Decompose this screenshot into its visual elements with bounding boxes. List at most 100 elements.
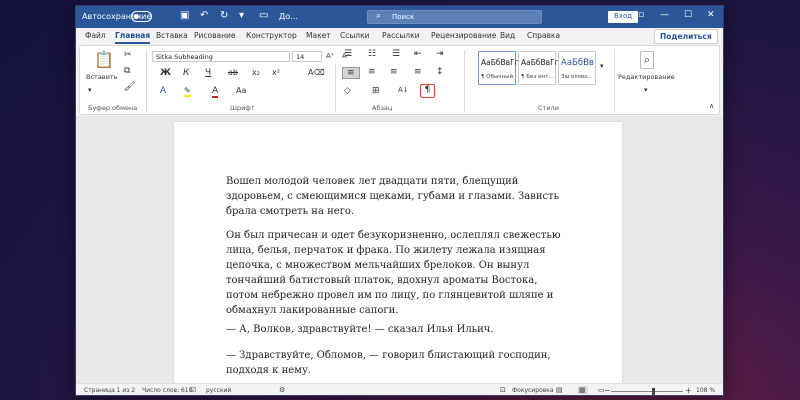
styles-more-icon[interactable]: ▾ [600,62,604,70]
login-button[interactable]: Вход [608,11,639,23]
page-count[interactable]: Страница 1 из 2 [84,387,135,394]
print-layout-icon[interactable]: ▦ [577,386,588,394]
italic-button[interactable]: К [183,68,189,78]
focus-mode[interactable]: Фокусировка [512,387,554,394]
zoom-in-button[interactable]: + [685,386,692,395]
collapse-ribbon-icon[interactable]: ∧ [709,102,714,110]
zoom-out-button[interactable]: − [604,386,611,395]
borders-icon[interactable]: ⊞ [372,86,380,96]
proofing-icon[interactable]: ☑ [190,386,196,394]
cut-icon[interactable]: ✂ [124,50,132,60]
show-formatting-marks-button[interactable]: ¶ [420,84,435,98]
styles-group-label: Стили [538,104,559,112]
customize-toolbar-icon[interactable]: ▾ [239,10,244,21]
superscript-button[interactable]: x² [272,68,280,77]
strikethrough-button[interactable]: ab [228,68,238,77]
style-no-spacing[interactable]: АаБбВвГг ¶ Без инт... [518,51,559,85]
clear-format-icon[interactable]: A⌫ [308,68,325,77]
sort-icon[interactable]: A↓ [398,86,409,94]
font-name-value: Sitka Subheading [156,53,213,61]
zoom-slider[interactable] [611,391,683,392]
copy-icon[interactable]: ⧉ [124,66,130,76]
tab-design[interactable]: Конструктор [246,31,297,40]
document-page[interactable]: Вошел молодой человек лет двадцати пяти,… [174,122,622,390]
undo-icon[interactable]: ↶ [200,10,208,21]
tab-mailings[interactable]: Рассылки [382,31,420,40]
tab-insert[interactable]: Вставка [156,31,188,40]
style-sample: АаБбВв [561,58,594,68]
ribbon-tabs: Файл Главная Вставка Рисование Конструкт… [76,28,723,44]
tab-file[interactable]: Файл [85,31,106,40]
underline-button[interactable]: Ч [205,68,211,78]
word-window: Автосохранение ▣ ↶ ↻ ▾ ▭ До... ⌕ Поиск В… [75,5,724,396]
style-sample: АаБбВвГг [481,58,519,67]
document-icon: ▭ [259,10,269,21]
align-right-button[interactable]: ≡ [390,67,398,77]
read-mode-icon[interactable]: ▤ [556,386,563,394]
tab-references[interactable]: Ссылки [340,31,369,40]
paragraph-2[interactable]: Он был причесан и одет безукоризненно, о… [226,228,568,318]
maximize-button[interactable]: ☐ [684,10,692,20]
format-painter-icon[interactable]: 🖌 [124,82,135,92]
numbering-icon[interactable]: ☷ [368,49,376,59]
zoom-slider-handle[interactable] [652,388,655,395]
minimize-button[interactable]: — [660,10,669,20]
font-name-field[interactable]: Sitka Subheading [152,51,290,62]
close-button[interactable]: ✕ [707,10,715,20]
highlight-icon[interactable]: ✎ [184,86,191,97]
tab-draw[interactable]: Рисование [194,31,236,40]
language[interactable]: русский [206,387,231,394]
paragraph-group-label: Абзац [372,104,393,112]
subscript-button[interactable]: x₂ [252,68,260,77]
paragraph-1[interactable]: Вошел молодой человек лет двадцати пяти,… [226,174,568,219]
paste-icon[interactable]: 📋 [94,50,114,69]
redo-icon[interactable]: ↻ [220,10,228,21]
editing-search-icon[interactable]: ⌕ [640,51,655,69]
tab-view[interactable]: Вид [500,31,515,40]
ribbon-display-icon[interactable]: ▫ [638,10,644,20]
change-case-icon[interactable]: Aa [236,86,246,95]
style-heading[interactable]: АаБбВв Заголово... [558,51,596,85]
document-name[interactable]: До... [279,12,298,21]
paste-dropdown-icon[interactable]: ▾ [88,86,92,94]
font-size-field[interactable]: 14 [292,51,322,62]
search-box[interactable]: ⌕ Поиск [367,10,542,24]
paragraph-4[interactable]: — Здравствуйте, Обломов, — говорил блист… [226,348,568,378]
decrease-indent-icon[interactable]: ⇤ [414,49,422,59]
autosave-toggle[interactable] [131,11,152,22]
editing-label[interactable]: Редактирование [618,73,675,81]
accessibility-icon[interactable]: ⚙ [279,386,285,394]
tab-home[interactable]: Главная [115,31,151,44]
title-bar: Автосохранение ▣ ↶ ↻ ▾ ▭ До... ⌕ Поиск В… [76,6,723,28]
justify-button[interactable]: ≡ [414,67,422,77]
save-icon[interactable]: ▣ [180,10,189,21]
text-effects-icon[interactable]: A [160,86,166,96]
style-name: ¶ Обычный [481,74,514,80]
word-count[interactable]: Число слов: 610 [142,387,192,394]
font-group-label: Шрифт [230,104,255,112]
align-left-button[interactable]: ≡ [342,67,360,79]
style-normal[interactable]: АаБбВвГг ¶ Обычный [478,51,519,85]
search-icon: ⌕ [376,11,382,21]
focus-icon[interactable]: ⊡ [500,386,506,394]
font-color-icon[interactable]: A [212,86,219,98]
search-placeholder: Поиск [392,13,415,21]
paste-label[interactable]: Вставить [86,73,117,81]
paragraph-3[interactable]: — А, Волков, здравствуйте! — сказал Илья… [226,322,568,337]
style-name: ¶ Без инт... [521,74,554,80]
multilevel-list-icon[interactable]: ☰ [392,49,400,59]
line-spacing-icon[interactable]: ↕ [436,67,444,77]
tab-layout[interactable]: Макет [306,31,331,40]
editing-dropdown-icon[interactable]: ▾ [644,86,648,94]
bullets-icon[interactable]: ☰ [344,49,352,59]
align-center-button[interactable]: ≡ [368,67,376,77]
bold-button[interactable]: Ж [160,68,171,78]
zoom-level[interactable]: 108 % [696,387,715,394]
tab-help[interactable]: Справка [527,31,560,40]
tab-review[interactable]: Рецензирование [431,31,496,40]
shading-icon[interactable]: ◇ [344,86,351,96]
grow-font-icon[interactable]: A⁺ [326,52,334,60]
share-button[interactable]: Поделиться [654,29,718,44]
increase-indent-icon[interactable]: ⇥ [436,49,444,59]
style-name: Заголово... [561,74,593,80]
